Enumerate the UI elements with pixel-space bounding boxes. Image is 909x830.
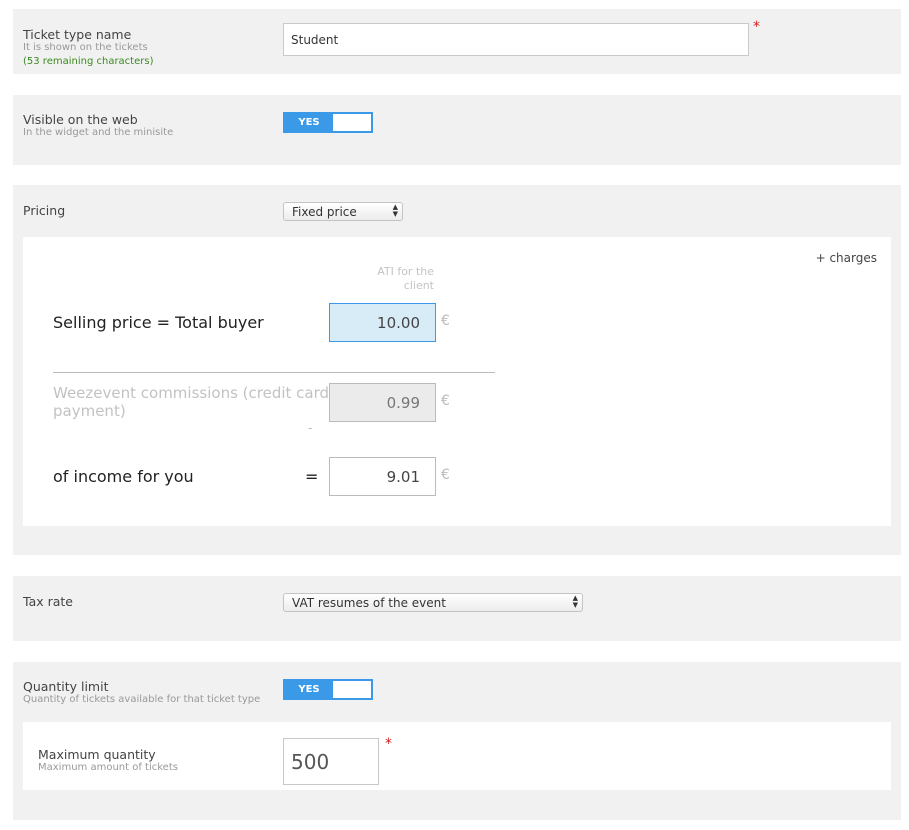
- pricing-select-value: Fixed price: [292, 204, 357, 219]
- quantity-limit-section: Quantity limit Quantity of tickets avail…: [13, 662, 901, 820]
- tax-rate-select-value: VAT resumes of the event: [292, 595, 446, 610]
- pricing-select[interactable]: Fixed price ▲ ▼: [283, 202, 403, 221]
- tax-rate-section: Tax rate VAT resumes of the event ▲ ▼: [13, 576, 901, 641]
- tax-rate-label: Tax rate: [23, 594, 73, 609]
- currency-symbol: €: [441, 313, 450, 329]
- commission-label: Weezevent commissions (credit card payme…: [53, 384, 329, 420]
- required-marker: *: [385, 736, 392, 752]
- max-quantity-label: Maximum quantity: [38, 747, 156, 762]
- charges-link[interactable]: + charges: [816, 251, 877, 265]
- selling-price-input[interactable]: 10.00: [329, 303, 436, 342]
- select-arrows-icon: ▲ ▼: [572, 594, 578, 609]
- selling-price-label: Selling price = Total buyer: [53, 313, 264, 332]
- currency-symbol: €: [441, 467, 450, 483]
- toggle-yes-label: YES: [285, 681, 333, 698]
- quantity-limit-sublabel: Quantity of tickets available for that t…: [23, 694, 261, 705]
- max-quantity-input[interactable]: 500: [283, 738, 379, 785]
- max-quantity-row: Maximum quantity Maximum amount of ticke…: [23, 722, 891, 790]
- currency-symbol: €: [441, 393, 450, 409]
- commission-label-line2: payment): [53, 402, 126, 420]
- required-marker: *: [753, 19, 760, 35]
- visible-web-label: Visible on the web: [23, 112, 138, 127]
- select-arrows-icon: ▲ ▼: [392, 203, 398, 218]
- divider: [53, 372, 495, 373]
- column-header: ATI for the client: [323, 265, 434, 293]
- commission-label-line1: Weezevent commissions (credit card: [53, 384, 330, 402]
- column-header-line1: ATI for the: [377, 265, 434, 278]
- equals-sign: =: [305, 467, 319, 486]
- remaining-characters: (53 remaining characters): [23, 56, 154, 67]
- ticket-name-input[interactable]: Student: [283, 23, 749, 56]
- ticket-name-label: Ticket type name: [23, 27, 132, 42]
- visible-web-toggle[interactable]: YES: [283, 112, 373, 133]
- visible-web-section: Visible on the web In the widget and the…: [13, 95, 901, 165]
- minus-sign: -: [308, 421, 313, 435]
- income-label: of income for you: [53, 467, 194, 486]
- toggle-yes-label: YES: [285, 114, 333, 131]
- income-input[interactable]: 9.01: [329, 457, 436, 496]
- tax-rate-select[interactable]: VAT resumes of the event ▲ ▼: [283, 593, 583, 612]
- ticket-name-section: Ticket type name It is shown on the tick…: [13, 9, 901, 74]
- quantity-limit-label: Quantity limit: [23, 679, 109, 694]
- column-header-line2: client: [403, 279, 434, 292]
- max-quantity-sublabel: Maximum amount of tickets: [38, 762, 178, 773]
- commission-value-field: 0.99: [329, 383, 436, 422]
- visible-web-sublabel: In the widget and the minisite: [23, 127, 174, 138]
- pricing-calculator: + charges ATI for the client Selling pri…: [23, 237, 891, 526]
- pricing-label: Pricing: [23, 203, 66, 218]
- ticket-name-sublabel: It is shown on the tickets: [23, 42, 148, 53]
- quantity-limit-toggle[interactable]: YES: [283, 679, 373, 700]
- pricing-section: Pricing Fixed price ▲ ▼ + charges ATI for…: [13, 185, 901, 555]
